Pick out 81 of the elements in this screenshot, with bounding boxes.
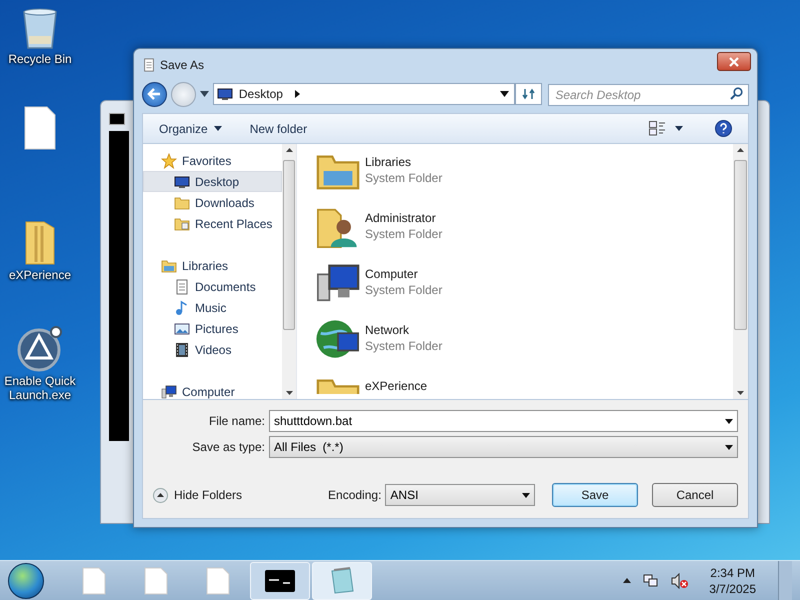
- taskbar-button[interactable]: [250, 562, 310, 600]
- scrollbar-thumb[interactable]: [734, 160, 747, 330]
- file-icon: [206, 566, 230, 594]
- nav-item[interactable]: Desktop: [143, 171, 282, 192]
- refresh-arrows-icon: [522, 88, 536, 100]
- file-item[interactable]: Libraries System Folder: [315, 148, 733, 194]
- field-label: File name:: [208, 413, 265, 430]
- desktop-icon-label[interactable]: Enable Quick Launch.exe: [0, 374, 80, 402]
- nav-item[interactable]: Pictures: [143, 318, 282, 339]
- caret-icon[interactable]: [200, 91, 209, 97]
- folder-icon: [174, 194, 190, 210]
- file-icon: [144, 566, 168, 594]
- nav-item[interactable]: Computer: [143, 381, 282, 402]
- picture-icon: [174, 320, 190, 336]
- nav-item[interactable]: Recent Places: [143, 213, 282, 234]
- caret-icon: [522, 492, 530, 498]
- document-icon: [142, 58, 156, 72]
- collapse-icon: [153, 488, 168, 502]
- nav-item[interactable]: Favorites: [143, 150, 282, 171]
- chevron-right-icon[interactable]: [294, 90, 300, 98]
- window-title: Save As: [160, 56, 204, 74]
- recycle-bin-icon: [20, 6, 60, 50]
- file-icon: [82, 566, 106, 594]
- scroll-up-icon[interactable]: [286, 148, 292, 152]
- toolbar-button[interactable]: Organize: [159, 120, 222, 138]
- file-name-field[interactable]: shutttdown.bat: [269, 410, 738, 432]
- star-icon: [161, 152, 177, 168]
- folder-icon: [174, 216, 190, 232]
- search-icon: [730, 87, 743, 100]
- start-button[interactable]: [8, 562, 44, 598]
- file-item[interactable]: Network System Folder: [315, 316, 733, 362]
- desktop-icon-label[interactable]: eXPerience: [8, 268, 72, 282]
- dialog-button[interactable]: Save: [552, 483, 638, 507]
- monitor-icon: [174, 174, 190, 190]
- document-icon: [174, 278, 190, 294]
- search-field[interactable]: Search Desktop: [548, 84, 749, 106]
- close-icon: [729, 56, 739, 66]
- close-button[interactable]: [717, 52, 751, 71]
- hide-folders-button[interactable]: Hide Folders: [153, 486, 242, 504]
- refresh-button[interactable]: [515, 83, 542, 105]
- field-label: Encoding:: [328, 487, 382, 504]
- encoding-dropdown[interactable]: ANSI: [385, 484, 536, 506]
- file-type-dropdown[interactable]: All Files (*.*): [269, 436, 738, 458]
- show-hidden-icons-icon[interactable]: [623, 578, 632, 583]
- arrow-left-icon: [147, 88, 162, 100]
- file-item[interactable]: Administrator System Folder: [315, 204, 733, 250]
- console-icon: [265, 570, 295, 592]
- monitor-icon: [216, 86, 233, 102]
- scroll-down-icon[interactable]: [286, 391, 292, 395]
- nav-item[interactable]: Documents: [143, 276, 282, 297]
- folder-icon: [161, 258, 177, 274]
- caret-icon: [725, 418, 733, 424]
- file-item[interactable]: Computer System Folder: [315, 260, 733, 306]
- caret-icon[interactable]: [675, 126, 683, 131]
- nav-item[interactable]: Libraries: [143, 255, 282, 276]
- scrollbar-thumb[interactable]: [283, 160, 295, 330]
- address-bar[interactable]: Desktop: [212, 83, 516, 105]
- scroll-down-icon[interactable]: [737, 391, 744, 395]
- computer-icon: [161, 384, 177, 400]
- caret-icon: [725, 444, 733, 450]
- view-options-icon[interactable]: [649, 121, 665, 136]
- nav-item[interactable]: Videos: [143, 339, 282, 360]
- scrollbar[interactable]: [733, 144, 748, 399]
- desktop-icon-label[interactable]: Recycle Bin: [8, 52, 72, 66]
- help-icon[interactable]: [715, 120, 732, 137]
- app-logo-icon: [17, 326, 63, 372]
- scroll-up-icon[interactable]: [737, 148, 744, 152]
- caret-icon[interactable]: [500, 91, 510, 97]
- scrollbar[interactable]: [282, 144, 296, 399]
- console-icon: [109, 113, 125, 125]
- nav-item[interactable]: Music: [143, 297, 282, 318]
- file-icon: [23, 106, 57, 150]
- clock[interactable]: 2:34 PM 3/7/2025: [709, 564, 756, 596]
- dialog-button[interactable]: Cancel: [652, 483, 738, 507]
- muted-speaker-icon[interactable]: [671, 572, 690, 588]
- field-label: Save as type:: [191, 439, 265, 456]
- nav-item[interactable]: Downloads: [143, 192, 282, 213]
- film-icon: [174, 342, 190, 358]
- back-button[interactable]: [142, 82, 167, 106]
- toolbar-button[interactable]: New folder: [250, 120, 308, 138]
- network-icon[interactable]: [643, 572, 660, 588]
